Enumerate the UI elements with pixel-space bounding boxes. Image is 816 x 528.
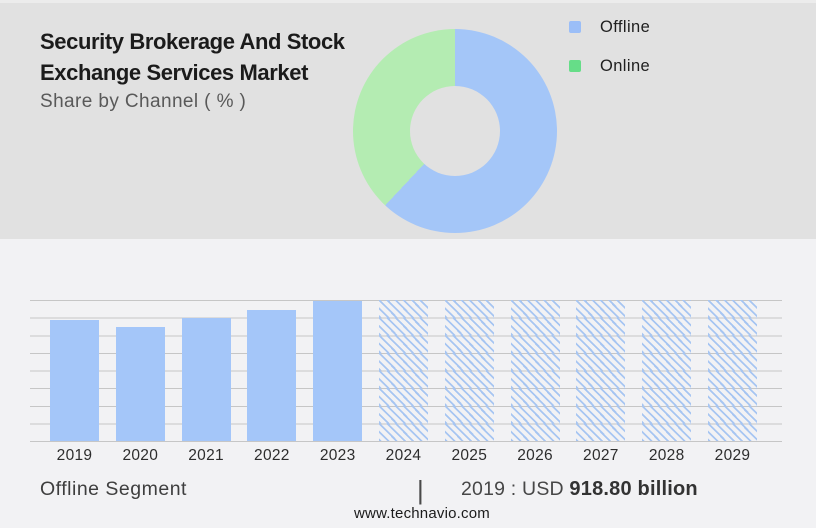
bar-2025 — [444, 300, 494, 441]
separator-bar: | — [417, 475, 424, 505]
bar-plot — [30, 300, 782, 442]
bar-2028 — [642, 300, 692, 441]
bar-2021 — [181, 318, 231, 441]
bar-2019 — [50, 320, 99, 441]
offline-swatch-icon — [569, 21, 581, 33]
x-tick-2024: 2024 — [385, 447, 422, 464]
market-value-amount: 918.80 billion — [569, 478, 698, 500]
legend-item-online: Online — [569, 56, 651, 75]
x-tick-2019: 2019 — [56, 447, 93, 464]
bar-2020 — [115, 327, 165, 441]
market-size-panel: 2019 2020 2021 2022 2023 2024 2025 2026 2027 2028… — [0, 239, 816, 528]
bar-2026 — [510, 300, 560, 441]
year-axis: 2019 2020 2021 2022 2023 2024 2025 2026 2027 2028… — [0, 447, 816, 467]
bar-2027 — [576, 300, 626, 441]
website-url: www.technavio.com — [354, 505, 490, 522]
page-title: Security Brokerage And Stock Exchange Se… — [40, 29, 345, 85]
legend-label: Offline — [600, 17, 651, 36]
legend-label: Online — [600, 56, 651, 75]
x-tick-2029: 2029 — [714, 447, 751, 464]
infographic-page: Security Brokerage And Stock Exchange Se… — [0, 0, 816, 528]
x-tick-2026: 2026 — [517, 447, 553, 464]
channel-legend: Offline Online — [569, 17, 651, 97]
legend-item-offline: Offline — [569, 17, 651, 36]
share-by-channel-panel: Security Brokerage And Stock Exchange Se… — [0, 0, 816, 239]
x-tick-2023: 2023 — [319, 447, 356, 464]
x-tick-2020: 2020 — [122, 447, 159, 464]
bar-2029 — [708, 300, 757, 441]
bar-2024 — [379, 300, 428, 441]
x-tick-2021: 2021 — [188, 447, 224, 464]
bar-2023 — [313, 301, 363, 441]
donut-chart — [353, 29, 557, 233]
x-tick-2027: 2027 — [583, 447, 619, 464]
market-value-prefix: 2019 : USD — [461, 478, 570, 500]
bar-2022 — [247, 310, 297, 441]
x-tick-2025: 2025 — [451, 447, 488, 464]
page-subtitle: Share by Channel ( % ) — [40, 91, 247, 112]
segment-label: Offline Segment — [40, 478, 187, 500]
x-tick-2028: 2028 — [648, 447, 685, 464]
online-swatch-icon — [569, 60, 581, 72]
donut-hole — [410, 86, 500, 176]
market-value: 2019 : USD 918.80 billion — [461, 478, 698, 501]
x-tick-2022: 2022 — [254, 447, 290, 464]
